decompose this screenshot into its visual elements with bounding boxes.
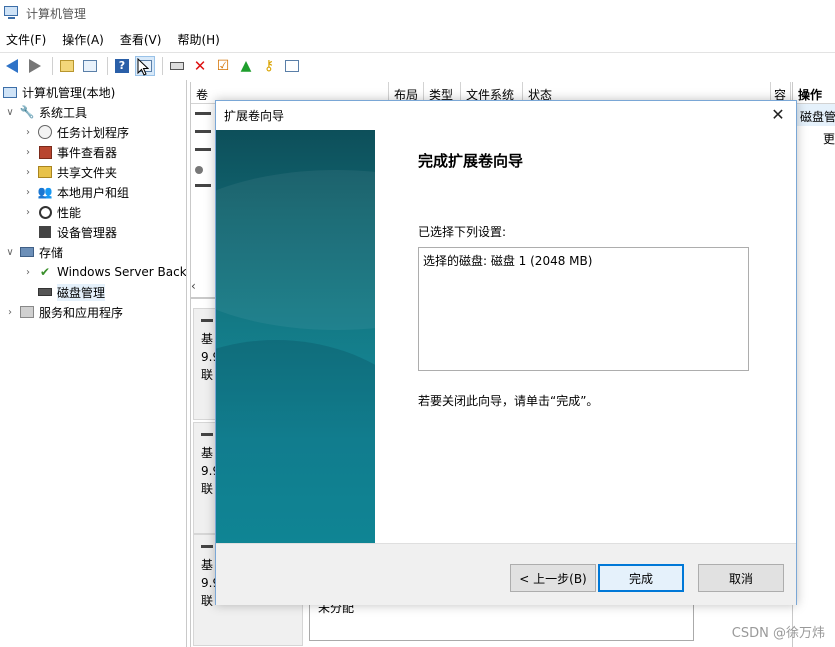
menu-bar: 文件(F) 操作(A) 查看(V) 帮助(H) [0, 28, 835, 50]
close-icon[interactable]: ✕ [768, 105, 788, 125]
mouse-cursor-icon [137, 58, 149, 76]
tree-label: 存储 [39, 245, 64, 260]
chevron-right-icon[interactable]: › [22, 207, 34, 218]
chevron-right-icon[interactable]: › [4, 307, 16, 318]
tools-icon: 🔧 [19, 105, 35, 119]
menu-help[interactable]: 帮助(H) [177, 31, 219, 48]
up-folder-icon[interactable] [57, 56, 77, 76]
horizontal-scrollbar[interactable] [191, 297, 215, 299]
disk-icon [201, 433, 213, 436]
backup-icon: ✔ [39, 265, 51, 279]
tree-label: 本地用户和组 [57, 185, 130, 200]
cancel-button[interactable]: 取消 [698, 564, 784, 592]
wizard-heading: 完成扩展卷向导 [418, 152, 524, 170]
chevron-down-icon[interactable]: ∨ [4, 107, 16, 118]
clock-icon [37, 124, 53, 140]
back-button[interactable]: < 上一步(B) [510, 564, 596, 592]
window-titlebar: 计算机管理 [0, 0, 835, 26]
shared-folder-icon [37, 164, 53, 180]
dialog-titlebar: 扩展卷向导 ✕ [216, 101, 796, 129]
tree-item-local-users[interactable]: › 👥 本地用户和组 [22, 182, 129, 202]
show-tree-icon[interactable] [80, 56, 100, 76]
tree-item-system-tools[interactable]: ∨ 🔧 系统工具 [4, 102, 87, 122]
actions-pane: 操作 磁盘管理 更 [792, 82, 835, 647]
tree-item-storage[interactable]: ∨ 存储 [4, 242, 63, 262]
storage-icon [19, 244, 35, 260]
computer-management-icon [4, 5, 20, 21]
tree-label: 性能 [57, 205, 82, 220]
import-icon[interactable]: ▲ [236, 56, 256, 76]
volume-row[interactable] [195, 148, 211, 151]
chevron-right-icon[interactable]: › [22, 167, 34, 178]
tree-item-device-manager[interactable]: 设备管理器 [37, 222, 117, 242]
tree-label: 共享文件夹 [57, 165, 118, 180]
help-icon[interactable]: ? [112, 56, 132, 76]
action-more[interactable]: 更 [793, 126, 835, 151]
cd-drive-icon[interactable] [195, 166, 203, 174]
menu-action[interactable]: 操作(A) [62, 31, 104, 48]
tree-item-task-scheduler[interactable]: › 任务计划程序 [22, 122, 129, 142]
dialog-footer: < 上一步(B) 完成 取消 [216, 543, 796, 605]
toolbar-separator [52, 56, 53, 75]
disk-icon [37, 284, 53, 300]
chevron-right-icon[interactable]: › [22, 187, 34, 198]
volume-row[interactable] [195, 112, 211, 115]
chevron-down-icon[interactable]: ∨ [4, 247, 16, 258]
volume-row[interactable] [195, 184, 211, 187]
tree-item-performance[interactable]: › 性能 [22, 202, 81, 222]
forward-icon[interactable] [25, 56, 45, 76]
volume-row[interactable] [195, 130, 211, 133]
navigation-tree: 计算机管理(本地) ∨ 🔧 系统工具 › 任务计划程序 › 事件查看器 › 共享… [0, 80, 187, 647]
tree-label: 设备管理器 [57, 225, 118, 240]
chevron-right-icon[interactable]: › [22, 127, 34, 138]
actions-header: 操作 [793, 82, 835, 104]
back-icon[interactable] [2, 56, 22, 76]
chevron-right-icon[interactable]: › [22, 147, 34, 158]
tree-item-windows-backup[interactable]: › ✔ Windows Server Back [22, 262, 187, 282]
watermark: CSDN @徐万炜 [731, 626, 825, 641]
dialog-title: 扩展卷向导 [224, 108, 285, 123]
menu-file[interactable]: 文件(F) [6, 31, 46, 48]
wizard-subheading: 已选择下列设置: [418, 225, 507, 239]
tree-item-disk-management[interactable]: 磁盘管理 [37, 282, 106, 302]
wizard-finish-note: 若要关闭此向导，请单击“完成”。 [418, 394, 599, 408]
scroll-left-icon[interactable]: ‹ [191, 279, 211, 297]
tree-label: 计算机管理(本地) [22, 85, 116, 100]
event-log-icon [37, 144, 53, 160]
disk-icon [201, 319, 213, 322]
menu-view[interactable]: 查看(V) [120, 31, 162, 48]
computer-icon [2, 84, 18, 100]
toolbar-separator [107, 56, 108, 75]
toolbar-separator [162, 56, 163, 75]
connect-icon[interactable] [167, 56, 187, 76]
tree-item-root[interactable]: 计算机管理(本地) [2, 82, 115, 102]
delete-icon[interactable]: ✕ [190, 56, 210, 76]
tree-label: 任务计划程序 [57, 125, 130, 140]
list-icon[interactable] [282, 56, 302, 76]
window-title: 计算机管理 [26, 6, 87, 21]
settings-summary-box[interactable]: 选择的磁盘: 磁盘 1 (2048 MB) [418, 247, 749, 371]
tree-item-services-apps[interactable]: › 服务和应用程序 [4, 302, 123, 322]
check-icon[interactable]: ☑ [213, 56, 233, 76]
tree-label: 服务和应用程序 [39, 305, 124, 320]
toolbar: ? ✕ ☑ ▲ ⚷ [0, 52, 835, 78]
device-manager-icon [37, 224, 53, 240]
tree-label: 系统工具 [39, 105, 88, 120]
tree-label: Windows Server Back [57, 265, 187, 279]
tree-label: 事件查看器 [57, 145, 118, 160]
tree-item-event-viewer[interactable]: › 事件查看器 [22, 142, 117, 162]
performance-icon [37, 204, 53, 220]
extend-volume-wizard-dialog: 扩展卷向导 ✕ 完成扩展卷向导 已选择下列设置: 选择的磁盘: 磁盘 1 (20… [215, 100, 797, 605]
settings-summary-text: 选择的磁盘: 磁盘 1 (2048 MB) [423, 254, 593, 268]
wizard-banner-image [216, 130, 375, 543]
services-icon [19, 304, 35, 320]
search-icon[interactable]: ⚷ [259, 56, 279, 76]
tree-label: 磁盘管理 [57, 283, 106, 301]
action-disk-management[interactable]: 磁盘管理 [793, 104, 835, 126]
finish-button[interactable]: 完成 [598, 564, 684, 592]
disk-icon [201, 545, 213, 548]
chevron-right-icon[interactable]: › [22, 267, 34, 278]
users-icon: 👥 [37, 185, 53, 199]
tree-item-shared-folders[interactable]: › 共享文件夹 [22, 162, 117, 182]
